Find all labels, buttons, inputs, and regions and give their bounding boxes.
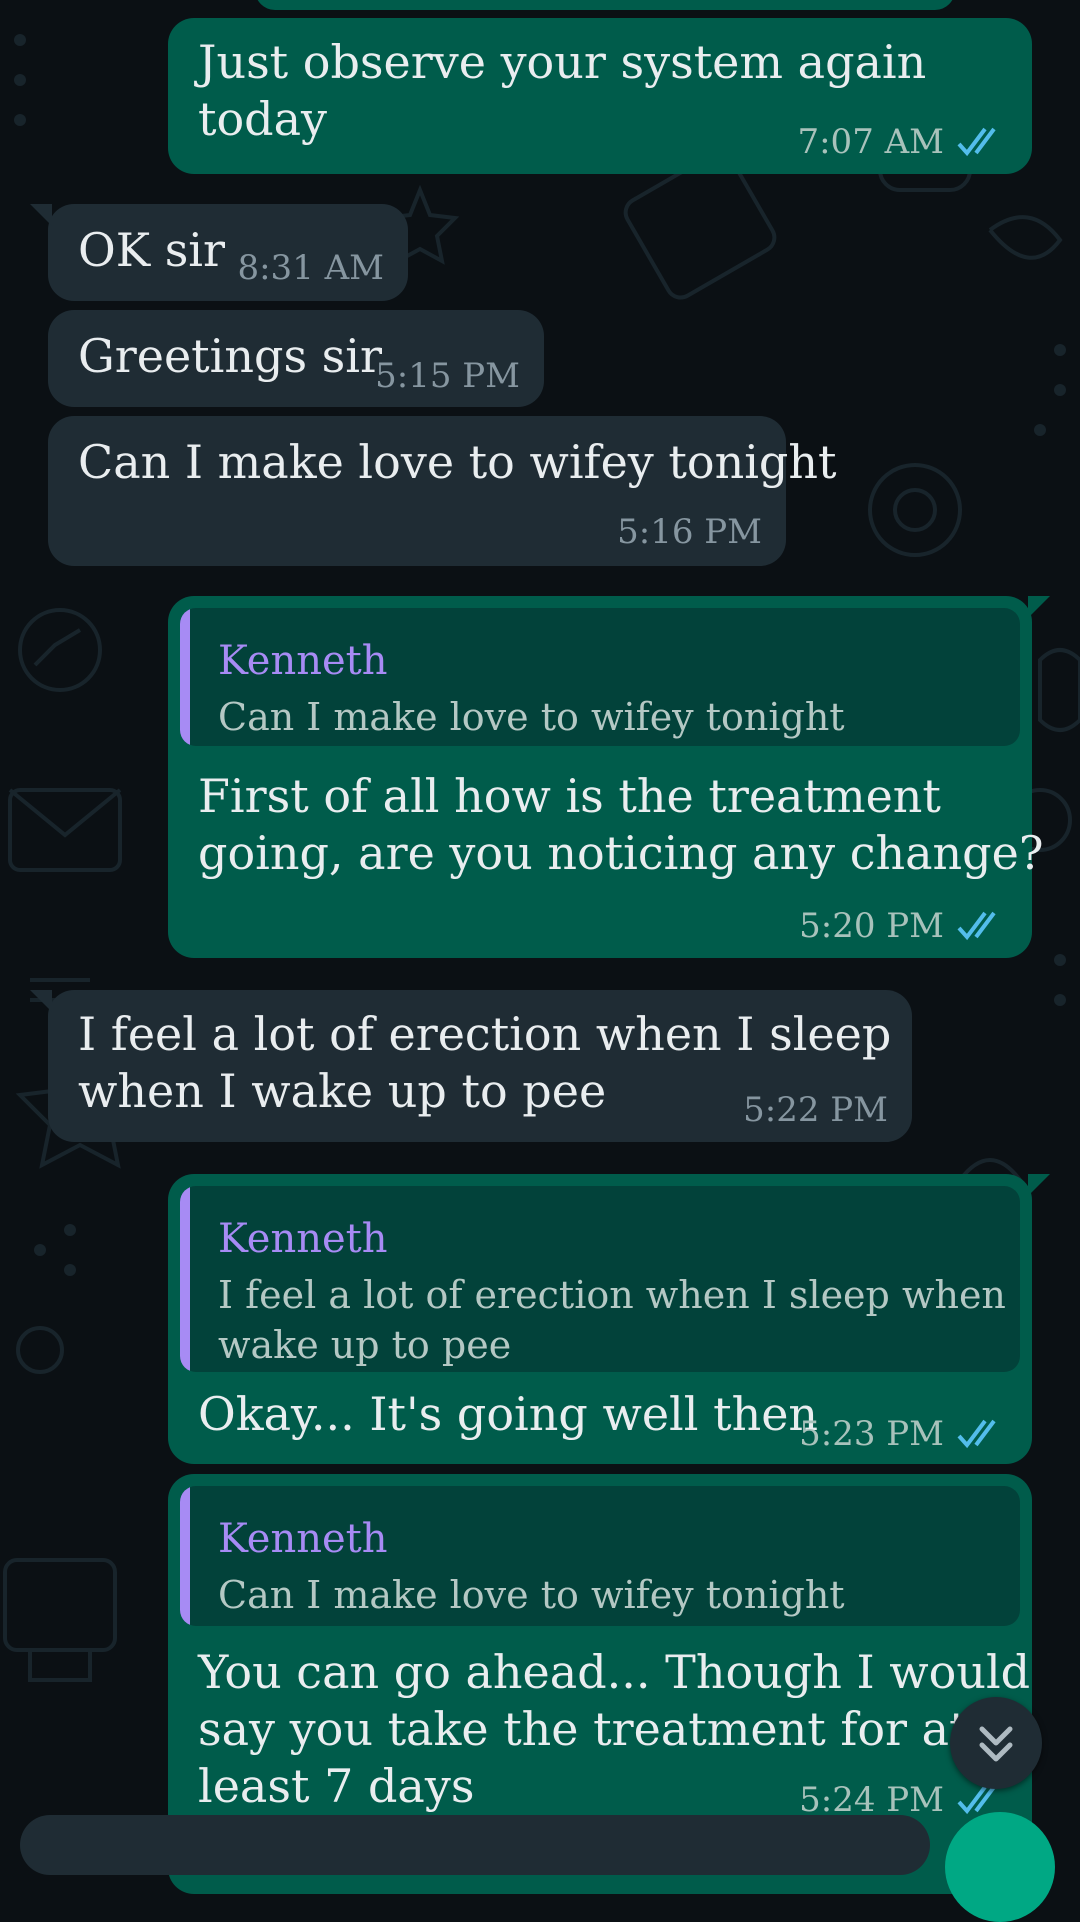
message-time: 5:22 PM [743,1090,888,1130]
message-bubble-incoming[interactable]: Can I make love to wifey tonight 5:16 PM [48,416,836,566]
message-text: OK sir [78,223,226,277]
message-time: 5:15 PM [375,356,520,396]
double-check-icon [957,127,996,157]
scroll-to-bottom-button[interactable] [950,1697,1042,1789]
message-bubble-incoming[interactable]: I feel a lot of erection when I sleep wh… [30,990,912,1142]
quote-text: Can I make love to wifey tonight [218,1573,845,1617]
send-button[interactable] [945,1812,1055,1922]
message-time: 5:20 PM [799,906,944,946]
message-text: First of all how is the treatment going,… [198,769,1044,880]
message-time: 5:24 PM [799,1780,944,1820]
bubble-tail [30,204,52,226]
quote-accent-bar [180,1186,190,1372]
message-text: Okay... It's going well then [198,1387,819,1441]
message-text: Greetings sir [78,329,382,383]
bubble-tail [30,990,52,1012]
bubble-tail [1028,596,1050,618]
quote-author: Kenneth [218,638,388,684]
quote-accent-bar [180,1486,190,1626]
quote-author: Kenneth [218,1216,388,1262]
quoted-message[interactable]: Kenneth I feel a lot of erection when I … [180,1186,1020,1372]
quote-accent-bar [180,608,190,746]
quote-text: I feel a lot of erection when I sleep wh… [218,1273,1020,1367]
quoted-message[interactable]: Kenneth Can I make love to wifey tonight [180,608,1020,746]
double-check-icon [957,911,996,941]
message-bubble-outgoing[interactable]: Kenneth Can I make love to wifey tonight… [168,596,1050,958]
chevron-double-down-icon [979,1726,1013,1762]
double-check-icon [957,1419,996,1449]
message-input-bar[interactable] [20,1815,930,1875]
message-time: 5:16 PM [617,512,762,552]
message-text: Can I make love to wifey tonight [78,435,837,489]
message-bubble-outgoing[interactable]: Kenneth I feel a lot of erection when I … [168,1174,1050,1464]
quote-author: Kenneth [218,1516,388,1562]
quoted-message[interactable]: Kenneth Can I make love to wifey tonight [180,1486,1020,1626]
message-bubble-outgoing[interactable]: Just observe your system again today 7:0… [168,18,1032,174]
message-bubble-partial[interactable] [255,0,955,10]
message-time: 5:23 PM [799,1414,944,1454]
message-bubble-incoming[interactable]: Greetings sir 5:15 PM [48,310,544,407]
message-bubble-incoming[interactable]: OK sir 8:31 AM [30,204,408,301]
quote-text: Can I make love to wifey tonight [218,695,845,739]
bubble-tail [1028,1174,1050,1196]
message-time: 7:07 AM [797,122,944,162]
message-time: 8:31 AM [237,248,384,288]
